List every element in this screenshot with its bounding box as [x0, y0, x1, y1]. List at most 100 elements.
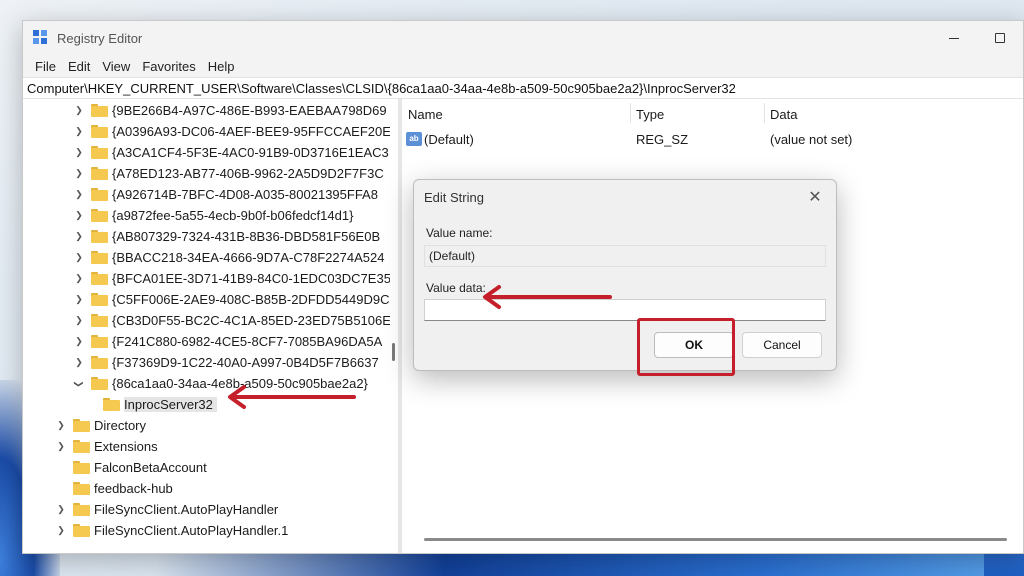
chevron-right-icon[interactable]: ❯ — [73, 126, 85, 138]
edit-string-dialog: Edit String ✕ Value name: (Default) Valu… — [413, 179, 837, 371]
folder-icon — [73, 503, 90, 516]
folder-icon — [91, 230, 108, 243]
tree-item[interactable]: feedback-hub — [73, 478, 173, 499]
tree-item[interactable]: ❯ Extensions — [55, 436, 158, 457]
tree-item[interactable]: ❯ {A3CA1CF4-5F3E-4AC0-91B9-0D3716E1EAC3 — [73, 142, 389, 163]
column-divider[interactable] — [764, 103, 765, 123]
tree-item-label: {BBACC218-34EA-4666-9D7A-C78F2274A524 — [112, 250, 385, 265]
tree-item[interactable]: ❯ {A926714B-7BFC-4D08-A035-80021395FFA8 — [73, 184, 378, 205]
tree-item-label: FileSyncClient.AutoPlayHandler — [94, 502, 279, 517]
folder-icon — [91, 272, 108, 285]
minimize-button[interactable] — [931, 21, 977, 55]
tree-item[interactable]: ❯ {BBACC218-34EA-4666-9D7A-C78F2274A524 — [73, 247, 384, 268]
tree-item-label: FileSyncClient.AutoPlayHandler.1 — [94, 523, 289, 538]
chevron-right-icon[interactable]: ❯ — [73, 336, 85, 348]
tree-item[interactable]: ❯ {BFCA01EE-3D71-41B9-84C0-1EDC03DC7E35 — [73, 268, 391, 289]
tree-item-selected[interactable]: InprocServer32 — [103, 394, 217, 415]
inprocserver32-arrow — [228, 385, 356, 409]
chevron-right-icon[interactable]: ❯ — [55, 441, 67, 453]
folder-icon — [73, 482, 90, 495]
value-data: (value not set) — [770, 131, 853, 147]
tree-item-label: FalconBetaAccount — [94, 460, 207, 475]
chevron-right-icon[interactable]: ❯ — [73, 168, 85, 180]
folder-icon — [91, 251, 108, 264]
column-header-name[interactable]: Name — [408, 107, 443, 122]
registry-editor-icon — [33, 30, 49, 46]
tree-item-label: Extensions — [94, 439, 158, 454]
tree-scrollbar-thumb[interactable] — [392, 343, 395, 361]
tree-item[interactable]: ❯ {C5FF006E-2AE9-408C-B85B-2DFDD5449D9C — [73, 289, 389, 310]
chevron-right-icon[interactable]: ❯ — [73, 294, 85, 306]
chevron-right-icon[interactable]: ❯ — [73, 231, 85, 243]
column-header-type[interactable]: Type — [636, 107, 664, 122]
folder-icon — [91, 167, 108, 180]
folder-icon — [103, 398, 120, 411]
chevron-right-icon[interactable]: ❯ — [73, 189, 85, 201]
chevron-right-icon[interactable]: ❯ — [73, 147, 85, 159]
ok-highlight-box — [637, 318, 735, 376]
dialog-title: Edit String — [424, 190, 484, 205]
tree-item[interactable]: ❯ {A78ED123-AB77-406B-9962-2A5D9D2F7F3C — [73, 163, 384, 184]
tree-item[interactable]: ❯ FileSyncClient.AutoPlayHandler — [55, 499, 278, 520]
folder-icon — [73, 461, 90, 474]
tree-item[interactable]: ❯ {CB3D0F55-BC2C-4C1A-85ED-23ED75B5106E — [73, 310, 391, 331]
folder-open-icon — [91, 377, 108, 390]
value-name: (Default) — [424, 131, 474, 147]
tree-item-label: feedback-hub — [94, 481, 173, 496]
value-row[interactable]: ab (Default) REG_SZ (value not set) — [406, 129, 1023, 149]
chevron-right-icon[interactable]: ❯ — [55, 525, 67, 537]
maximize-button[interactable] — [977, 21, 1023, 55]
folder-icon — [91, 146, 108, 159]
cancel-button[interactable]: Cancel — [742, 332, 822, 358]
folder-icon — [91, 104, 108, 117]
menu-file[interactable]: File — [29, 59, 62, 74]
value-name-field: (Default) — [424, 245, 826, 267]
column-divider[interactable] — [630, 103, 631, 123]
values-horizontal-scrollbar[interactable] — [424, 538, 1007, 541]
chevron-down-icon[interactable]: ❯ — [73, 378, 85, 390]
menu-bar: File Edit View Favorites Help — [23, 55, 1023, 77]
tree-item[interactable]: ❯ {F241C880-6982-4CE5-8CF7-7085BA96DA5A — [73, 331, 382, 352]
tree-item[interactable]: ❯ {a9872fee-5a55-4ecb-9b0f-b06fedcf14d1} — [73, 205, 353, 226]
menu-help[interactable]: Help — [202, 59, 241, 74]
chevron-right-icon[interactable]: ❯ — [55, 504, 67, 516]
menu-favorites[interactable]: Favorites — [136, 59, 201, 74]
tree-item[interactable]: ❯ {F37369D9-1C22-40A0-A997-0B4D5F7B6637 — [73, 352, 379, 373]
tree-item-label: {9BE266B4-A97C-486E-B993-EAEBAA798D69 — [112, 103, 387, 118]
menu-edit[interactable]: Edit — [62, 59, 96, 74]
tree-item-label: {F37369D9-1C22-40A0-A997-0B4D5F7B6637 — [112, 355, 379, 370]
tree-item[interactable]: ❯ {AB807329-7324-431B-8B36-DBD581F56E0B — [73, 226, 380, 247]
tree-item[interactable]: ❯ {A0396A93-DC06-4AEF-BEE9-95FFCCAEF20E — [73, 121, 391, 142]
chevron-right-icon[interactable]: ❯ — [73, 315, 85, 327]
tree-scrollbar[interactable] — [390, 99, 398, 553]
value-type: REG_SZ — [636, 131, 689, 147]
ab-string-icon: ab — [406, 132, 422, 146]
tree-item-label: {C5FF006E-2AE9-408C-B85B-2DFDD5449D9C — [112, 292, 390, 307]
folder-icon — [91, 335, 108, 348]
tree-item[interactable]: ❯ {9BE266B4-A97C-486E-B993-EAEBAA798D69 — [73, 100, 387, 121]
tree-item-label: {a9872fee-5a55-4ecb-9b0f-b06fedcf14d1} — [112, 208, 354, 223]
value-name-label: Value name: — [426, 226, 493, 240]
tree-item[interactable]: ❯ Directory — [55, 415, 146, 436]
maximize-icon — [995, 33, 1005, 43]
value-data-arrow — [483, 285, 612, 309]
folder-icon — [91, 314, 108, 327]
column-header-data[interactable]: Data — [770, 107, 797, 122]
menu-view[interactable]: View — [96, 59, 136, 74]
chevron-right-icon[interactable]: ❯ — [73, 210, 85, 222]
address-bar[interactable]: Computer\HKEY_CURRENT_USER\Software\Clas… — [23, 77, 1023, 99]
folder-icon — [91, 356, 108, 369]
tree-item[interactable]: ❯ FileSyncClient.AutoPlayHandler.1 — [55, 520, 288, 541]
tree-item-label: Directory — [94, 418, 147, 433]
chevron-right-icon[interactable]: ❯ — [73, 357, 85, 369]
chevron-right-icon[interactable]: ❯ — [73, 252, 85, 264]
close-button[interactable]: ✕ — [804, 186, 826, 208]
title-bar[interactable]: Registry Editor — [23, 21, 1023, 55]
tree-item-label: {A78ED123-AB77-406B-9962-2A5D9D2F7F3C — [112, 166, 384, 181]
chevron-right-icon[interactable]: ❯ — [73, 105, 85, 117]
folder-icon — [91, 209, 108, 222]
chevron-right-icon[interactable]: ❯ — [73, 273, 85, 285]
close-icon: ✕ — [808, 189, 822, 206]
tree-item[interactable]: FalconBetaAccount — [73, 457, 207, 478]
chevron-right-icon[interactable]: ❯ — [55, 420, 67, 432]
